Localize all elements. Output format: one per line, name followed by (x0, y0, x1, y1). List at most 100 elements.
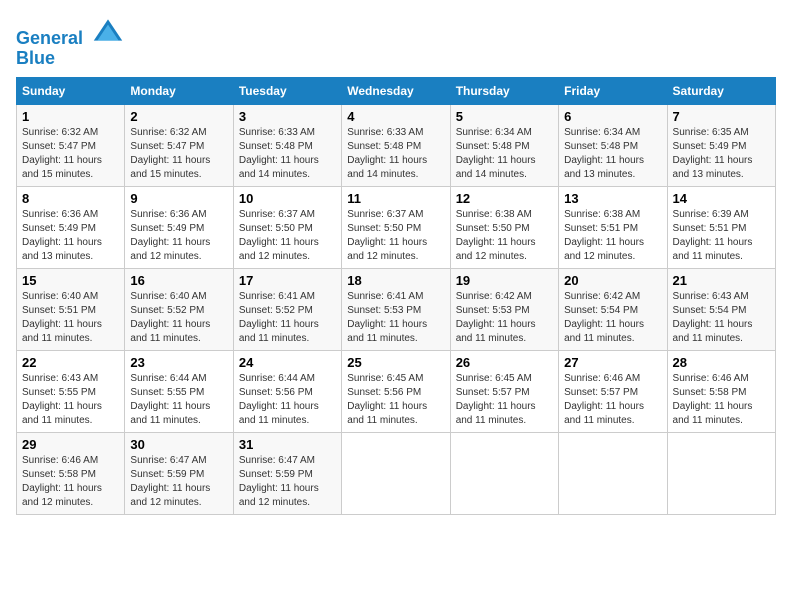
calendar-cell: 18 Sunrise: 6:41 AM Sunset: 5:53 PM Dayl… (342, 268, 450, 350)
day-info: Sunrise: 6:40 AM Sunset: 5:52 PM Dayligh… (130, 290, 227, 346)
calendar-cell: 30 Sunrise: 6:47 AM Sunset: 5:59 PM Dayl… (125, 432, 233, 514)
day-number: 13 (564, 191, 661, 206)
day-number: 27 (564, 355, 661, 370)
calendar-cell (342, 432, 450, 514)
day-info: Sunrise: 6:41 AM Sunset: 5:52 PM Dayligh… (239, 290, 336, 346)
day-info: Sunrise: 6:40 AM Sunset: 5:51 PM Dayligh… (22, 290, 119, 346)
day-number: 26 (456, 355, 553, 370)
day-number: 23 (130, 355, 227, 370)
page-header: General Blue (16, 16, 776, 69)
week-row-3: 15 Sunrise: 6:40 AM Sunset: 5:51 PM Dayl… (17, 268, 776, 350)
calendar-cell: 12 Sunrise: 6:38 AM Sunset: 5:50 PM Dayl… (450, 186, 558, 268)
col-header-tuesday: Tuesday (233, 77, 341, 104)
calendar-cell: 10 Sunrise: 6:37 AM Sunset: 5:50 PM Dayl… (233, 186, 341, 268)
calendar-header-row: SundayMondayTuesdayWednesdayThursdayFrid… (17, 77, 776, 104)
calendar-cell: 13 Sunrise: 6:38 AM Sunset: 5:51 PM Dayl… (559, 186, 667, 268)
day-number: 8 (22, 191, 119, 206)
day-info: Sunrise: 6:34 AM Sunset: 5:48 PM Dayligh… (456, 126, 553, 182)
calendar-cell: 23 Sunrise: 6:44 AM Sunset: 5:55 PM Dayl… (125, 350, 233, 432)
day-info: Sunrise: 6:42 AM Sunset: 5:54 PM Dayligh… (564, 290, 661, 346)
calendar-cell: 16 Sunrise: 6:40 AM Sunset: 5:52 PM Dayl… (125, 268, 233, 350)
day-number: 17 (239, 273, 336, 288)
day-info: Sunrise: 6:44 AM Sunset: 5:55 PM Dayligh… (130, 372, 227, 428)
calendar-cell: 9 Sunrise: 6:36 AM Sunset: 5:49 PM Dayli… (125, 186, 233, 268)
calendar-cell: 15 Sunrise: 6:40 AM Sunset: 5:51 PM Dayl… (17, 268, 125, 350)
day-info: Sunrise: 6:32 AM Sunset: 5:47 PM Dayligh… (130, 126, 227, 182)
day-number: 5 (456, 109, 553, 124)
day-info: Sunrise: 6:37 AM Sunset: 5:50 PM Dayligh… (239, 208, 336, 264)
day-number: 3 (239, 109, 336, 124)
calendar-cell: 8 Sunrise: 6:36 AM Sunset: 5:49 PM Dayli… (17, 186, 125, 268)
calendar-cell: 2 Sunrise: 6:32 AM Sunset: 5:47 PM Dayli… (125, 104, 233, 186)
day-number: 29 (22, 437, 119, 452)
calendar-cell: 28 Sunrise: 6:46 AM Sunset: 5:58 PM Dayl… (667, 350, 775, 432)
calendar-cell: 31 Sunrise: 6:47 AM Sunset: 5:59 PM Dayl… (233, 432, 341, 514)
day-info: Sunrise: 6:36 AM Sunset: 5:49 PM Dayligh… (22, 208, 119, 264)
calendar-cell: 26 Sunrise: 6:45 AM Sunset: 5:57 PM Dayl… (450, 350, 558, 432)
calendar-cell: 6 Sunrise: 6:34 AM Sunset: 5:48 PM Dayli… (559, 104, 667, 186)
day-number: 9 (130, 191, 227, 206)
day-number: 12 (456, 191, 553, 206)
calendar-cell: 7 Sunrise: 6:35 AM Sunset: 5:49 PM Dayli… (667, 104, 775, 186)
col-header-sunday: Sunday (17, 77, 125, 104)
calendar-cell: 14 Sunrise: 6:39 AM Sunset: 5:51 PM Dayl… (667, 186, 775, 268)
day-number: 24 (239, 355, 336, 370)
day-number: 21 (673, 273, 770, 288)
day-info: Sunrise: 6:34 AM Sunset: 5:48 PM Dayligh… (564, 126, 661, 182)
day-info: Sunrise: 6:35 AM Sunset: 5:49 PM Dayligh… (673, 126, 770, 182)
calendar-cell: 4 Sunrise: 6:33 AM Sunset: 5:48 PM Dayli… (342, 104, 450, 186)
day-info: Sunrise: 6:43 AM Sunset: 5:55 PM Dayligh… (22, 372, 119, 428)
day-number: 16 (130, 273, 227, 288)
day-info: Sunrise: 6:32 AM Sunset: 5:47 PM Dayligh… (22, 126, 119, 182)
logo-icon (92, 16, 124, 44)
col-header-saturday: Saturday (667, 77, 775, 104)
day-number: 6 (564, 109, 661, 124)
calendar-cell: 20 Sunrise: 6:42 AM Sunset: 5:54 PM Dayl… (559, 268, 667, 350)
day-number: 30 (130, 437, 227, 452)
logo-general: General (16, 28, 83, 48)
day-info: Sunrise: 6:38 AM Sunset: 5:50 PM Dayligh… (456, 208, 553, 264)
day-info: Sunrise: 6:46 AM Sunset: 5:58 PM Dayligh… (22, 454, 119, 510)
calendar-table: SundayMondayTuesdayWednesdayThursdayFrid… (16, 77, 776, 515)
day-info: Sunrise: 6:47 AM Sunset: 5:59 PM Dayligh… (239, 454, 336, 510)
calendar-cell: 22 Sunrise: 6:43 AM Sunset: 5:55 PM Dayl… (17, 350, 125, 432)
day-info: Sunrise: 6:42 AM Sunset: 5:53 PM Dayligh… (456, 290, 553, 346)
calendar-cell: 25 Sunrise: 6:45 AM Sunset: 5:56 PM Dayl… (342, 350, 450, 432)
day-number: 25 (347, 355, 444, 370)
calendar-cell: 29 Sunrise: 6:46 AM Sunset: 5:58 PM Dayl… (17, 432, 125, 514)
day-number: 1 (22, 109, 119, 124)
calendar-cell: 21 Sunrise: 6:43 AM Sunset: 5:54 PM Dayl… (667, 268, 775, 350)
day-info: Sunrise: 6:38 AM Sunset: 5:51 PM Dayligh… (564, 208, 661, 264)
week-row-4: 22 Sunrise: 6:43 AM Sunset: 5:55 PM Dayl… (17, 350, 776, 432)
calendar-cell: 17 Sunrise: 6:41 AM Sunset: 5:52 PM Dayl… (233, 268, 341, 350)
day-number: 11 (347, 191, 444, 206)
week-row-5: 29 Sunrise: 6:46 AM Sunset: 5:58 PM Dayl… (17, 432, 776, 514)
day-number: 31 (239, 437, 336, 452)
day-info: Sunrise: 6:41 AM Sunset: 5:53 PM Dayligh… (347, 290, 444, 346)
day-number: 10 (239, 191, 336, 206)
day-number: 22 (22, 355, 119, 370)
day-number: 4 (347, 109, 444, 124)
calendar-cell: 5 Sunrise: 6:34 AM Sunset: 5:48 PM Dayli… (450, 104, 558, 186)
day-number: 15 (22, 273, 119, 288)
calendar-cell: 19 Sunrise: 6:42 AM Sunset: 5:53 PM Dayl… (450, 268, 558, 350)
day-info: Sunrise: 6:45 AM Sunset: 5:57 PM Dayligh… (456, 372, 553, 428)
day-info: Sunrise: 6:33 AM Sunset: 5:48 PM Dayligh… (239, 126, 336, 182)
calendar-cell (450, 432, 558, 514)
day-number: 28 (673, 355, 770, 370)
day-info: Sunrise: 6:44 AM Sunset: 5:56 PM Dayligh… (239, 372, 336, 428)
day-info: Sunrise: 6:46 AM Sunset: 5:58 PM Dayligh… (673, 372, 770, 428)
calendar-cell: 11 Sunrise: 6:37 AM Sunset: 5:50 PM Dayl… (342, 186, 450, 268)
col-header-wednesday: Wednesday (342, 77, 450, 104)
logo: General Blue (16, 16, 124, 69)
day-info: Sunrise: 6:46 AM Sunset: 5:57 PM Dayligh… (564, 372, 661, 428)
col-header-thursday: Thursday (450, 77, 558, 104)
calendar-cell: 3 Sunrise: 6:33 AM Sunset: 5:48 PM Dayli… (233, 104, 341, 186)
week-row-1: 1 Sunrise: 6:32 AM Sunset: 5:47 PM Dayli… (17, 104, 776, 186)
calendar-cell (559, 432, 667, 514)
day-info: Sunrise: 6:43 AM Sunset: 5:54 PM Dayligh… (673, 290, 770, 346)
logo-blue: Blue (16, 48, 55, 68)
day-info: Sunrise: 6:36 AM Sunset: 5:49 PM Dayligh… (130, 208, 227, 264)
day-info: Sunrise: 6:47 AM Sunset: 5:59 PM Dayligh… (130, 454, 227, 510)
calendar-cell (667, 432, 775, 514)
